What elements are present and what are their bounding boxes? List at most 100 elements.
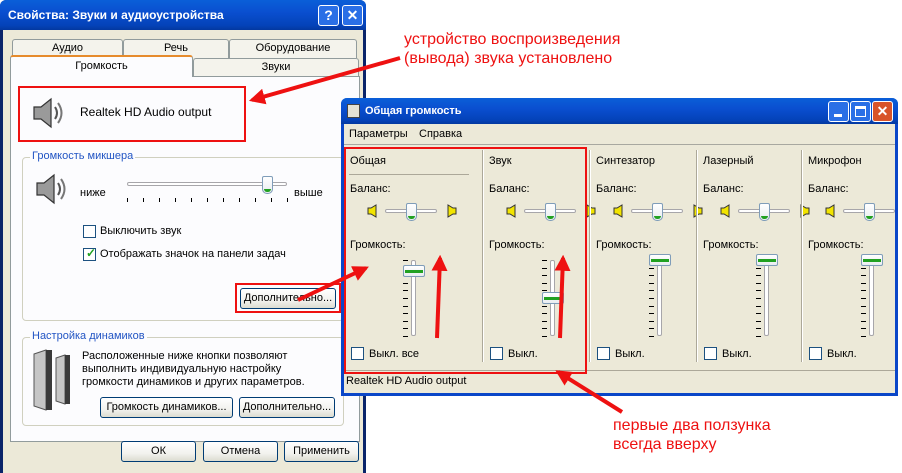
master-volume-tick: [175, 198, 176, 202]
master-volume-tick: [127, 198, 128, 202]
apply-button[interactable]: Применить: [284, 441, 359, 462]
close-button[interactable]: ✕: [342, 5, 363, 26]
tab-volume[interactable]: Громкость: [10, 55, 193, 77]
volume-tick: [861, 282, 866, 284]
ok-button[interactable]: ОК: [121, 441, 196, 462]
volume-tick: [649, 290, 654, 292]
properties-titlebar[interactable]: Свойства: Звуки и аудиоустройства ? ✕: [0, 0, 366, 30]
maximize-button[interactable]: [850, 101, 871, 122]
speaker-volume-button[interactable]: Громкость динамиков...: [100, 397, 233, 418]
volume-track[interactable]: [869, 260, 874, 336]
help-icon: ?: [324, 7, 333, 23]
balance-label: Баланс:: [596, 183, 637, 195]
master-volume-tick: [271, 198, 272, 202]
close-icon: ✕: [876, 103, 889, 119]
volume-high-label: выше: [294, 187, 323, 199]
first-two-columns-highlight: [344, 147, 587, 374]
master-volume-tick: [255, 198, 256, 202]
column-title: Микрофон: [808, 155, 862, 167]
help-button[interactable]: ?: [318, 5, 339, 26]
volume-tick: [756, 282, 761, 284]
speakers-icon: [33, 349, 70, 411]
volume-tick: [756, 267, 761, 269]
speaker-desc-line-3: громкости динамиков и других параметров.: [82, 376, 305, 388]
sliders-annotation-line-1: первые два ползунка: [613, 417, 771, 434]
mixer-menubar: Параметры Справка: [344, 124, 895, 144]
volume-tick: [861, 275, 866, 277]
taskbar-icon-checkbox[interactable]: ✓: [83, 246, 97, 261]
volume-tick: [861, 298, 866, 299]
volume-tick: [649, 313, 654, 315]
balance-slider[interactable]: [651, 203, 663, 221]
volume-tick: [756, 298, 761, 299]
column-separator: [589, 150, 591, 362]
menu-options[interactable]: Параметры: [349, 128, 408, 140]
minimize-icon: [834, 114, 842, 117]
volume-tick: [756, 305, 761, 307]
taskbar-icon-label: Отображать значок на панели задач: [100, 248, 286, 260]
column-title: Лазерный: [703, 155, 754, 167]
column-mute-checkbox[interactable]: [809, 347, 822, 360]
menu-help[interactable]: Справка: [419, 128, 462, 140]
left-speaker-icon: [720, 204, 730, 218]
mixer-app-icon: [347, 104, 360, 118]
volume-slider[interactable]: [861, 254, 883, 266]
volume-low-label: ниже: [80, 187, 106, 199]
column-mute-checkbox[interactable]: [704, 347, 717, 360]
master-volume-tick: [207, 198, 208, 202]
check-icon: ✓: [86, 246, 97, 260]
device-highlight: [18, 86, 246, 142]
volume-tick: [649, 298, 654, 299]
volume-tick: [649, 305, 654, 307]
left-speaker-icon: [825, 204, 835, 218]
volume-slider[interactable]: [649, 254, 671, 266]
device-annotation-line-2: (вывода) звука установлено: [404, 50, 613, 67]
speaker-advanced-button[interactable]: Дополнительно...: [239, 397, 335, 418]
column-separator: [801, 150, 803, 362]
balance-slider[interactable]: [758, 203, 770, 221]
volume-tick: [756, 328, 761, 330]
master-volume-slider[interactable]: [262, 176, 274, 194]
column-mute-checkbox[interactable]: [597, 347, 610, 360]
volume-tick: [861, 313, 866, 315]
sound-properties-window: Свойства: Звуки и аудиоустройства ? ✕ Ау…: [0, 0, 366, 473]
volume-slider[interactable]: [756, 254, 778, 266]
volume-tick: [861, 290, 866, 292]
volume-tick: [756, 275, 761, 277]
column-mute-label: Выкл.: [722, 348, 752, 360]
volume-label: Громкость:: [808, 239, 864, 251]
volume-track[interactable]: [764, 260, 769, 336]
balance-slider[interactable]: [863, 203, 875, 221]
volume-tick: [649, 320, 654, 322]
column-separator: [696, 150, 698, 362]
volume-tick: [861, 320, 866, 322]
mixer-volume-legend: Громкость микшера: [30, 150, 136, 162]
volume-tick: [756, 313, 761, 315]
mixer-close-button[interactable]: ✕: [872, 101, 893, 122]
cancel-button[interactable]: Отмена: [203, 441, 278, 462]
volume-tick: [649, 328, 654, 330]
volume-tick: [756, 336, 761, 337]
speaker-desc-line-1: Расположенные ниже кнопки позволяют: [82, 350, 288, 362]
volume-tick: [649, 282, 654, 284]
balance-label: Баланс:: [808, 183, 849, 195]
speaker-settings-legend: Настройка динамиков: [30, 330, 147, 342]
mixer-titlebar[interactable]: Общая громкость ✕: [341, 98, 898, 124]
volume-tick: [861, 336, 866, 337]
menu-separator: [344, 144, 895, 145]
close-icon: ✕: [346, 7, 359, 23]
volume-tick: [861, 328, 866, 330]
tab-sounds[interactable]: Звуки: [193, 58, 359, 77]
volume-label: Громкость:: [703, 239, 759, 251]
volume-track[interactable]: [657, 260, 662, 336]
right-speaker-icon: [800, 204, 810, 218]
minimize-button[interactable]: [828, 101, 849, 122]
column-mute-label: Выкл.: [827, 348, 857, 360]
volume-label: Громкость:: [596, 239, 652, 251]
tab-hardware[interactable]: Оборудование: [229, 39, 357, 58]
master-volume-tick: [223, 198, 224, 202]
mute-label: Выключить звук: [100, 225, 182, 237]
mute-checkbox[interactable]: [83, 225, 96, 238]
mixer-status-text: Realtek HD Audio output: [346, 375, 467, 387]
master-volume-tick: [143, 198, 144, 202]
